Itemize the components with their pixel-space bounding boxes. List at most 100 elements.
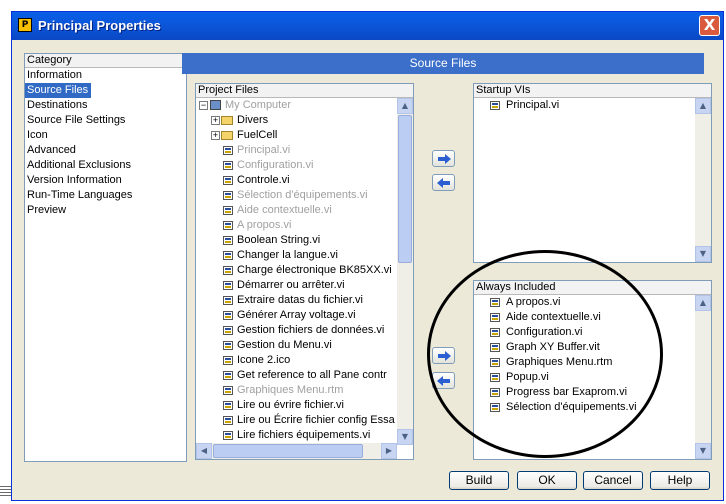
tree-row[interactable]: Graphiques Menu.rtm <box>196 383 398 398</box>
tree-row[interactable]: Extraire datas du fichier.vi <box>196 293 398 308</box>
scroll-up-icon[interactable]: ▲ <box>397 98 413 114</box>
project-files-hscroll[interactable]: ◀ ▶ <box>196 443 397 459</box>
scroll-down-icon[interactable]: ▼ <box>397 429 413 445</box>
scroll-down-icon[interactable]: ▼ <box>695 443 711 459</box>
build-button[interactable]: Build <box>449 471 509 490</box>
scroll-left-icon[interactable]: ◀ <box>196 443 212 459</box>
startup-vis-header: Startup VIs <box>474 84 711 98</box>
scroll-up-icon[interactable]: ▲ <box>695 295 711 311</box>
remove-startup-button[interactable] <box>432 174 455 191</box>
vi-file-icon <box>223 371 233 380</box>
tree-row[interactable]: + Divers <box>196 113 398 128</box>
folder-icon <box>221 131 233 140</box>
category-item[interactable]: Additional Exclusions <box>25 158 186 173</box>
category-item[interactable]: Run-Time Languages <box>25 188 186 203</box>
tree-row-label: Démarrer ou arrêter.vi <box>237 279 345 291</box>
scroll-down-icon[interactable]: ▼ <box>695 246 711 262</box>
category-item[interactable]: Destinations <box>25 98 186 113</box>
vi-file-icon <box>223 221 233 230</box>
always-included-vscroll[interactable]: ▲ ▼ <box>695 295 711 459</box>
startup-vis-items: Principal.vi <box>474 98 696 113</box>
section-banner: Source Files <box>182 53 704 74</box>
tree-row-label: Principal.vi <box>237 144 291 156</box>
tree-row-label: FuelCell <box>237 129 278 141</box>
tree-row-label: Lire ou évrire fichier.vi <box>237 399 344 411</box>
tree-row[interactable]: Sélection d'équipements.vi <box>196 188 398 203</box>
category-item[interactable]: Icon <box>25 128 186 143</box>
tree-row-label: Gestion du Menu.vi <box>237 339 332 351</box>
expand-icon[interactable]: + <box>211 131 220 140</box>
scroll-thumb[interactable] <box>398 115 412 263</box>
ok-button[interactable]: OK <box>517 471 577 490</box>
tree-row[interactable]: A propos.vi <box>196 218 398 233</box>
vi-file-icon <box>223 281 233 290</box>
tree-row[interactable]: Principal.vi <box>196 143 398 158</box>
tree-row-label: Sélection d'équipements.vi <box>237 189 368 201</box>
vi-file-icon <box>223 386 233 395</box>
tree-row-label: Lire ou Écrire fichier config Essa <box>237 414 395 426</box>
tree-row[interactable]: Icone 2.ico <box>196 353 398 368</box>
tree-row-label: Gestion fichiers de données.vi <box>237 324 385 336</box>
app-icon: P <box>18 18 32 32</box>
category-item[interactable]: Advanced <box>25 143 186 158</box>
tree-row-label: Graphiques Menu.rtm <box>237 384 344 396</box>
tree-row[interactable]: Changer la langue.vi <box>196 248 398 263</box>
tree-row-label: Lire fichiers équipements.vi <box>237 429 371 441</box>
category-item[interactable]: Source File Settings <box>25 113 186 128</box>
tree-row[interactable]: Gestion du Menu.vi <box>196 338 398 353</box>
category-header: Category <box>25 54 186 68</box>
scroll-up-icon[interactable]: ▲ <box>695 98 711 114</box>
project-files-vscroll[interactable]: ▲ ▼ <box>397 98 413 445</box>
title-bar[interactable]: P Principal Properties X <box>12 12 723 40</box>
folder-icon <box>221 116 233 125</box>
tree-row[interactable]: − My Computer <box>196 98 398 113</box>
category-item[interactable]: Version Information <box>25 173 186 188</box>
tree-row[interactable]: Lire fichiers équipements.vi <box>196 428 398 443</box>
close-button[interactable]: X <box>699 15 720 36</box>
tree-row-label: Charge électronique BK85XX.vi <box>237 264 392 276</box>
vi-file-icon <box>223 266 233 275</box>
tree-row[interactable]: Charge électronique BK85XX.vi <box>196 263 398 278</box>
category-item[interactable]: Preview <box>25 203 186 218</box>
tree-row[interactable]: Boolean String.vi <box>196 233 398 248</box>
tree-row[interactable]: Générer Array voltage.vi <box>196 308 398 323</box>
scroll-thumb[interactable] <box>213 444 363 458</box>
startup-vi-row[interactable]: Principal.vi <box>474 98 696 113</box>
tree-row-label: Divers <box>237 114 269 126</box>
project-files-header: Project Files <box>196 84 413 98</box>
startup-vi-row-label: Principal.vi <box>506 99 560 111</box>
vi-file-icon <box>223 236 233 245</box>
tree-row[interactable]: Configuration.vi <box>196 158 398 173</box>
cancel-button[interactable]: Cancel <box>583 471 643 490</box>
tree-row-label: Générer Array voltage.vi <box>237 309 356 321</box>
tree-row-label: Aide contextuelle.vi <box>237 204 332 216</box>
expand-icon[interactable]: + <box>211 116 220 125</box>
tree-row-label: Icone 2.ico <box>237 354 291 366</box>
vi-file-icon <box>223 296 233 305</box>
scroll-right-icon[interactable]: ▶ <box>381 443 397 459</box>
vi-file-icon <box>223 311 233 320</box>
tree-row[interactable]: Aide contextuelle.vi <box>196 203 398 218</box>
startup-vis-list: Startup VIs Principal.vi ▲ ▼ <box>473 83 712 263</box>
help-button[interactable]: Help <box>650 471 710 490</box>
tree-row[interactable]: Controle.vi <box>196 173 398 188</box>
annotation-ellipse <box>427 250 663 458</box>
ico-file-icon <box>223 356 233 365</box>
startup-vscroll[interactable]: ▲ ▼ <box>695 98 711 262</box>
tree-row[interactable]: + FuelCell <box>196 128 398 143</box>
add-startup-button[interactable] <box>432 150 455 167</box>
background-lines <box>0 486 11 498</box>
tree-row[interactable]: Lire ou Écrire fichier config Essa <box>196 413 398 428</box>
tree-row[interactable]: Get reference to all Pane contr <box>196 368 398 383</box>
category-item[interactable]: Information <box>25 68 186 83</box>
tree-row[interactable]: Gestion fichiers de données.vi <box>196 323 398 338</box>
collapse-icon[interactable]: − <box>199 101 208 110</box>
project-files-tree: Project Files − My Computer + Divers + FuelCe… <box>195 83 414 460</box>
tree-row-label: My Computer <box>225 99 292 111</box>
tree-row-label: Extraire datas du fichier.vi <box>237 294 363 306</box>
category-item[interactable]: Source Files <box>25 83 92 98</box>
tree-row[interactable]: Lire ou évrire fichier.vi <box>196 398 398 413</box>
tree-row[interactable]: Démarrer ou arrêter.vi <box>196 278 398 293</box>
category-items: Information Source Files Destinations Sourc… <box>25 68 186 218</box>
vi-file-icon <box>223 326 233 335</box>
